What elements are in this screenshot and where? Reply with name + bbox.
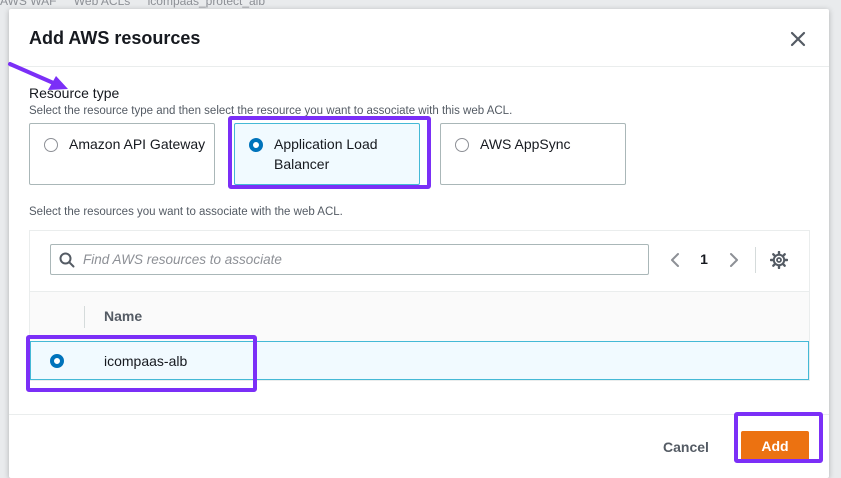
row-radio-selected[interactable]	[50, 354, 64, 368]
resource-type-description: Select the resource type and then select…	[29, 105, 513, 117]
add-button[interactable]: Add	[741, 431, 809, 461]
breadcrumb-item: AWS WAF	[0, 0, 57, 8]
breadcrumb-item: Web ACLs	[73, 0, 131, 8]
row-name: icompaas-alb	[104, 353, 188, 369]
tile-label: Application Load Balancer	[274, 136, 378, 172]
search-box	[50, 244, 649, 275]
radio-button-selected[interactable]	[249, 138, 263, 152]
resources-description: Select the resources you want to associa…	[29, 206, 343, 218]
chevron-right-icon[interactable]	[727, 252, 741, 268]
gear-icon[interactable]	[770, 251, 788, 269]
resources-table: 1 Name icompaas-alb	[29, 230, 810, 381]
chevron-left-icon[interactable]	[668, 252, 682, 268]
table-row[interactable]: icompaas-alb	[30, 341, 809, 380]
close-icon	[790, 31, 806, 47]
tile-application-load-balancer[interactable]: Application Load Balancer	[234, 123, 420, 185]
column-divider	[84, 306, 85, 328]
breadcrumb-item: icompaas_protect_alb	[147, 0, 266, 8]
add-resources-modal: Add AWS resources Resource type Select t…	[9, 9, 829, 478]
search-input[interactable]	[83, 246, 643, 273]
pagination-page[interactable]: 1	[697, 251, 711, 267]
divider	[755, 247, 756, 273]
background-breadcrumb: AWS WAF Web ACLs icompaas_protect_alb	[0, 0, 279, 8]
resource-type-label: Resource type	[29, 85, 120, 101]
radio-button[interactable]	[44, 138, 58, 152]
tile-aws-appsync[interactable]: AWS AppSync	[440, 123, 626, 185]
modal-title: Add AWS resources	[29, 28, 201, 48]
tile-amazon-api-gateway[interactable]: Amazon API Gateway	[29, 123, 215, 185]
modal-header: Add AWS resources	[9, 9, 829, 67]
radio-button[interactable]	[455, 138, 469, 152]
search-icon	[59, 252, 75, 268]
column-header-name[interactable]: Name	[104, 308, 142, 324]
tile-label: AWS AppSync	[480, 136, 571, 152]
modal-footer: Cancel Add	[9, 414, 829, 478]
tile-label: Amazon API Gateway	[69, 136, 206, 152]
cancel-button[interactable]: Cancel	[649, 432, 723, 462]
table-header: Name	[30, 291, 809, 341]
close-button[interactable]	[787, 28, 809, 50]
